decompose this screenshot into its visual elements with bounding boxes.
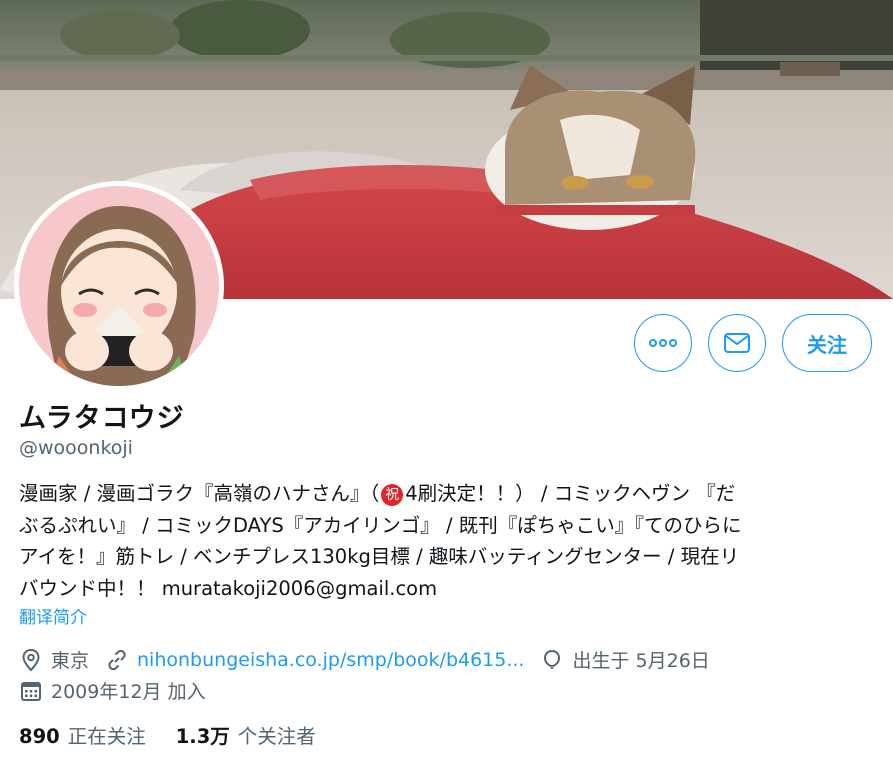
profile-bio: 漫画家 / 漫画ゴラク『高嶺のハナさん』（祝 4刷決定！！） / コミックヘヴン … bbox=[19, 478, 869, 604]
profile-meta: 東京 nihonbungeisha.co.jp/smp/book/b4615..… bbox=[19, 646, 726, 673]
user-handle: @wooonkoji bbox=[19, 437, 133, 459]
birthday-item: 出生于 5月26日 bbox=[540, 646, 710, 673]
followers-label: 个关注者 bbox=[237, 725, 316, 748]
more-icon bbox=[649, 339, 677, 347]
profile-meta-joined: 2009年12月 加入 bbox=[19, 677, 222, 704]
followers-link[interactable]: 1.3万 个关注者 bbox=[176, 720, 316, 749]
location-item: 東京 bbox=[19, 646, 89, 673]
follow-stats: 890 正在关注 1.3万 个关注者 bbox=[19, 720, 346, 749]
balloon-icon bbox=[544, 649, 561, 669]
follow-button[interactable]: 关注 bbox=[782, 314, 872, 372]
display-name: ムラタコウジ bbox=[19, 403, 185, 434]
followers-count: 1.3万 bbox=[175, 725, 230, 748]
bio-text: 4刷決定！！） / コミックヘヴン 『だ bbox=[405, 482, 736, 505]
bio-text: 漫画家 / 漫画ゴラク『高嶺のハナさん』（ bbox=[19, 482, 380, 505]
translate-bio-link[interactable]: 翻译简介 bbox=[19, 603, 87, 628]
location-pin-icon bbox=[22, 648, 40, 671]
website-link[interactable]: nihonbungeisha.co.jp/smp/book/b4615... bbox=[137, 649, 524, 671]
bio-line: 漫画家 / 漫画ゴラク『高嶺のハナさん』（祝 4刷決定！！） / コミックヘヴン … bbox=[19, 478, 869, 510]
location-text: 東京 bbox=[51, 650, 90, 672]
message-button[interactable] bbox=[708, 314, 766, 372]
following-label: 正在关注 bbox=[67, 725, 146, 748]
joined-item: 2009年12月 加入 bbox=[19, 677, 206, 704]
bio-line: アイを！』筋トレ / ベンチプレス130kg目標 / 趣味バッティングセンター … bbox=[19, 545, 740, 568]
birthday-text: 出生于 5月26日 bbox=[572, 650, 710, 672]
bio-line: ぶるぷれい』 / コミックDAYS『アカイリンゴ』 / 既刊『ぽちゃこい』『ての… bbox=[19, 513, 742, 537]
mail-icon bbox=[724, 333, 750, 353]
following-count: 890 bbox=[19, 725, 60, 748]
more-button[interactable] bbox=[634, 314, 692, 372]
avatar[interactable] bbox=[14, 181, 224, 391]
joined-text: 2009年12月 加入 bbox=[51, 681, 206, 703]
celebrate-icon: 祝 bbox=[381, 484, 404, 506]
bio-line: バウンド中！！ muratakoji2006@gmail.com bbox=[19, 576, 438, 600]
link-icon bbox=[108, 649, 126, 670]
following-link[interactable]: 890 正在关注 bbox=[19, 720, 146, 749]
calendar-icon bbox=[21, 681, 41, 701]
profile-actions: 关注 bbox=[634, 314, 872, 372]
website-item[interactable]: nihonbungeisha.co.jp/smp/book/b4615... bbox=[105, 648, 524, 672]
